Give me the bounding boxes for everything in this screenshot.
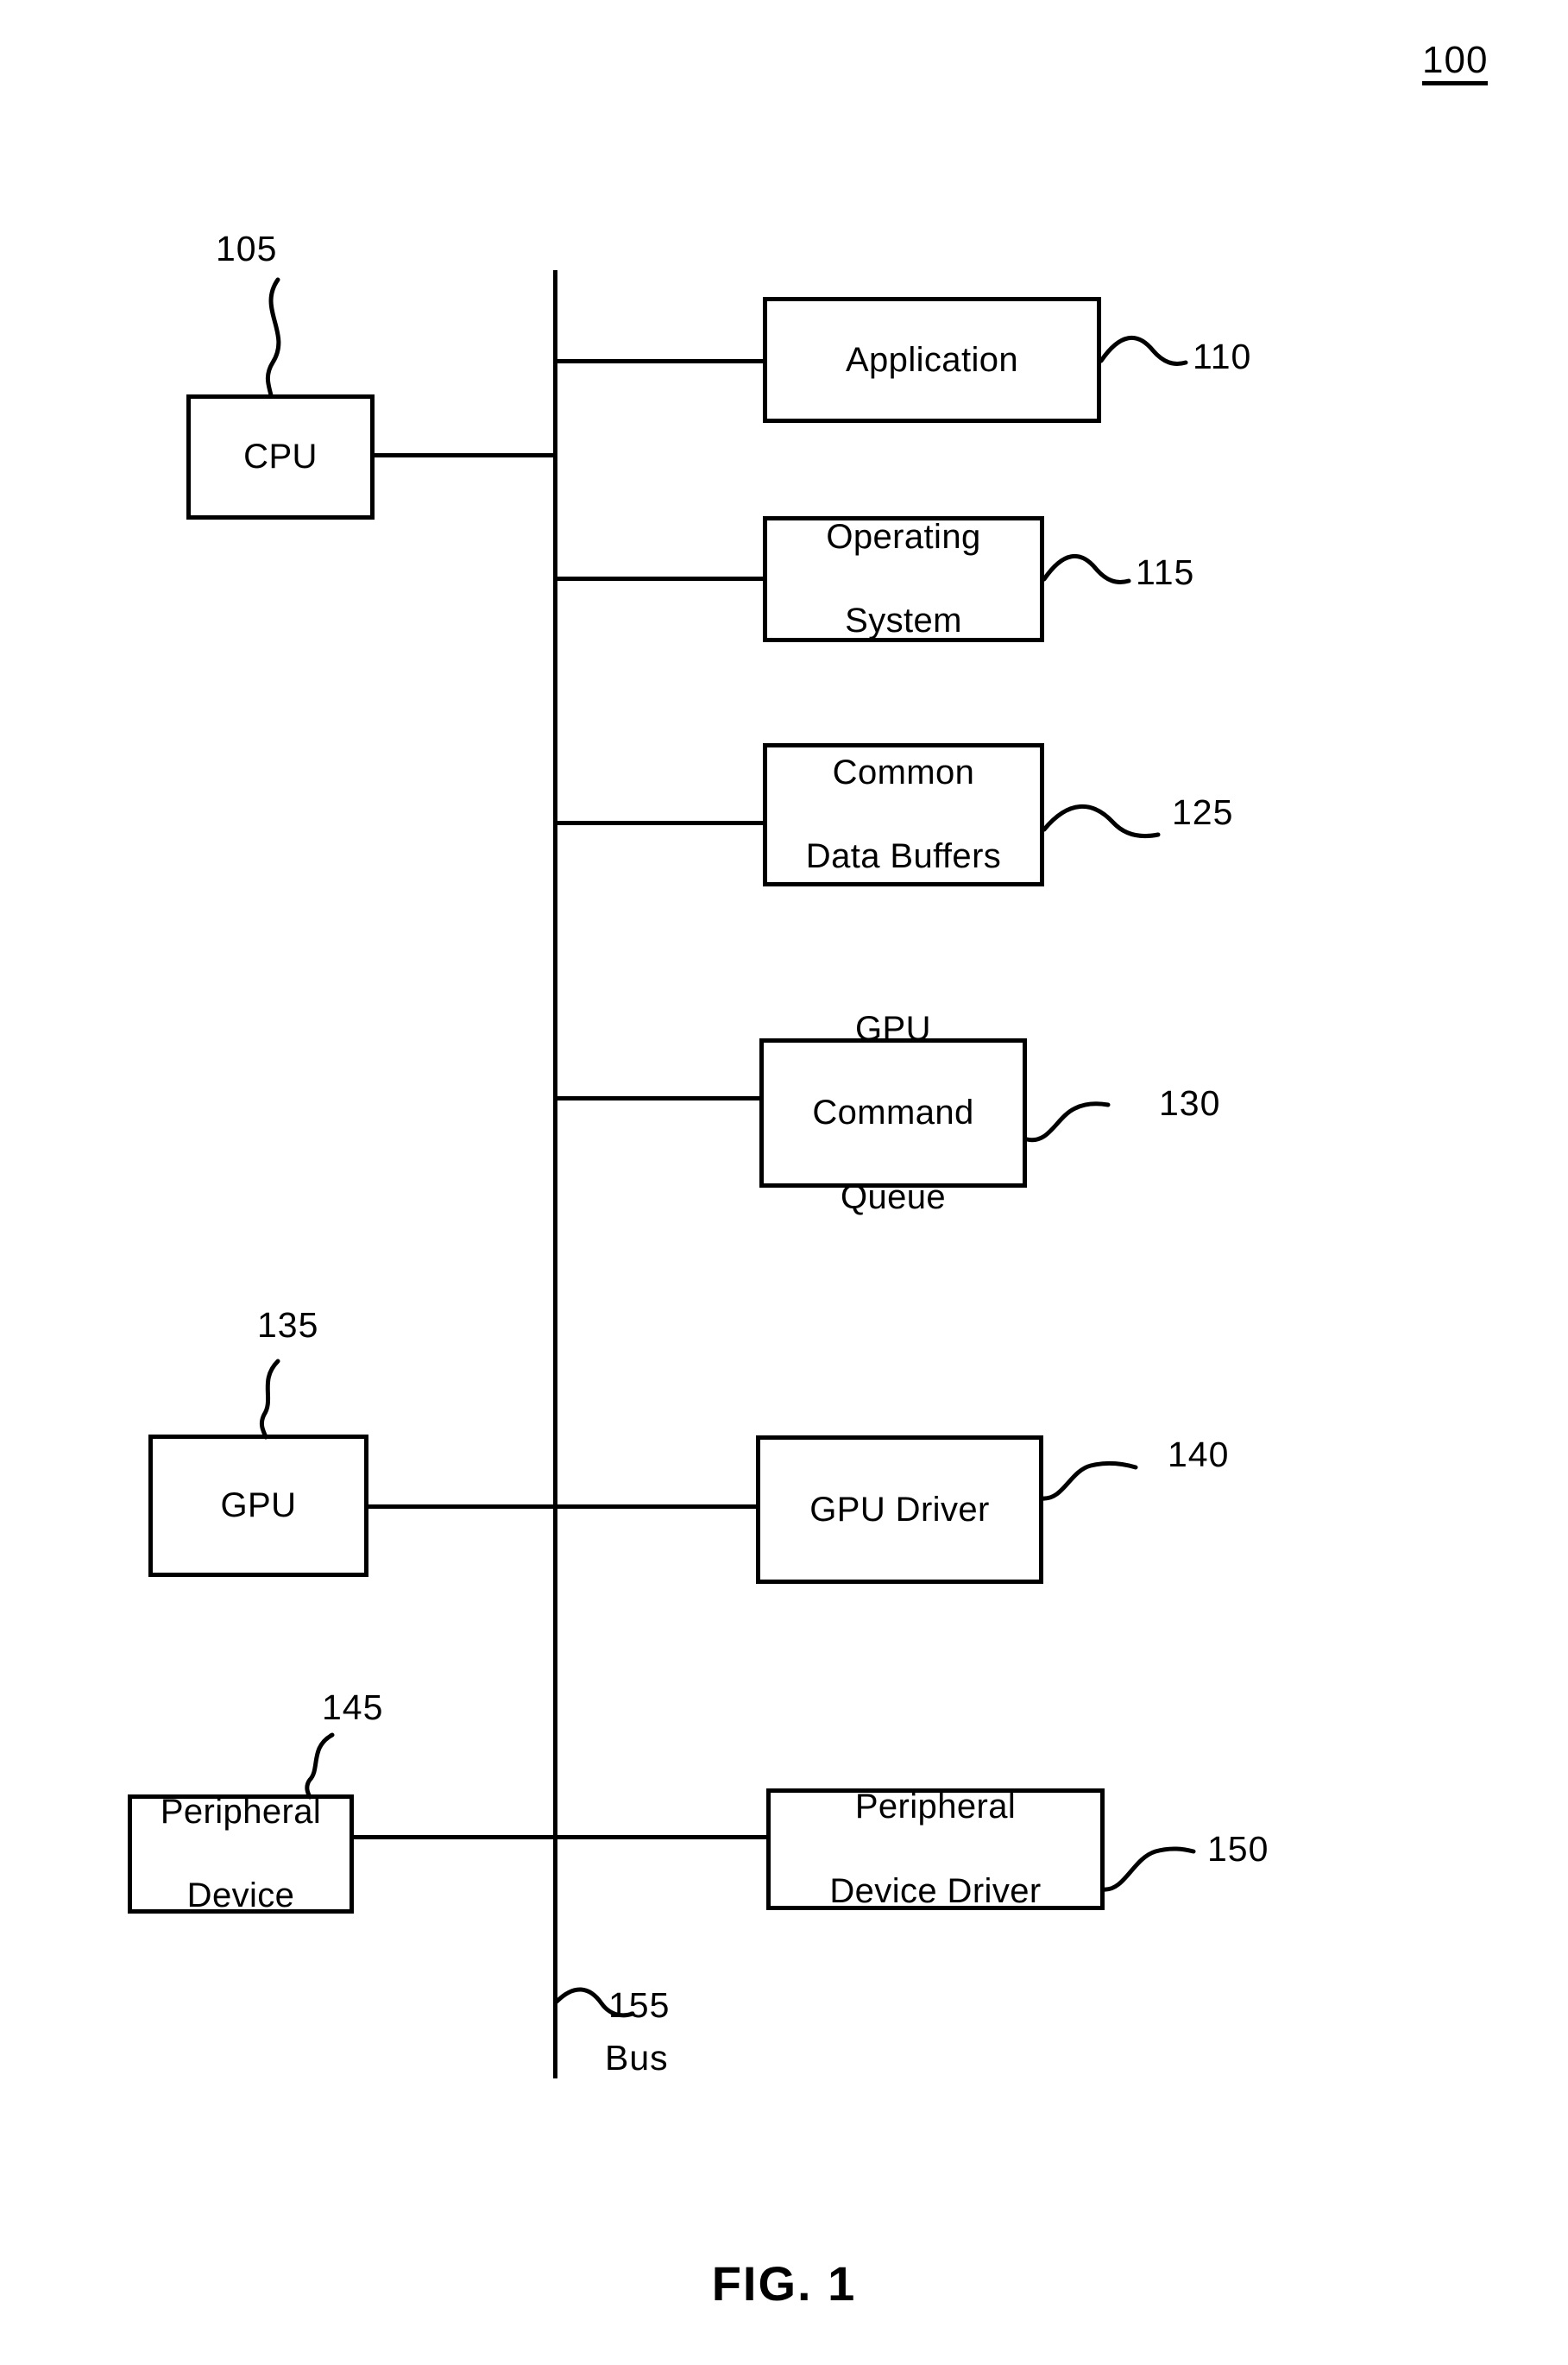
node-common-data-buffers[interactable]: Common Data Buffers bbox=[763, 743, 1044, 886]
node-operating-system[interactable]: Operating System bbox=[763, 516, 1044, 642]
node-peripheral-device-label: Peripheral Device bbox=[160, 1792, 322, 1915]
reference-numeral-150: 150 bbox=[1207, 1829, 1269, 1869]
reference-numeral-105: 105 bbox=[216, 229, 278, 268]
connector-bus-to-common-data-buffers bbox=[553, 821, 765, 825]
connector-bus-to-gpu-command-queue bbox=[553, 1096, 761, 1101]
node-peripheral-device[interactable]: Peripheral Device bbox=[128, 1792, 354, 1915]
reference-numeral-140: 140 bbox=[1168, 1435, 1230, 1474]
patent-figure-page: 100 CPU 105 Application 110 Operating Sy… bbox=[0, 0, 1568, 2365]
node-operating-system-label: Operating System bbox=[826, 517, 981, 640]
node-application-label: Application bbox=[845, 340, 1019, 379]
leader-line-130 bbox=[1024, 1101, 1111, 1143]
node-gpu[interactable]: GPU bbox=[148, 1435, 368, 1577]
leader-line-115 bbox=[1042, 554, 1131, 584]
reference-numeral-110: 110 bbox=[1193, 337, 1252, 376]
connector-cpu-to-bus bbox=[371, 453, 555, 457]
leader-line-125 bbox=[1042, 804, 1161, 839]
reference-numeral-115: 115 bbox=[1136, 552, 1195, 592]
leader-line-135 bbox=[259, 1359, 280, 1440]
figure-caption: FIG. 1 bbox=[711, 2256, 857, 2311]
connector-gpu-to-gpu-driver bbox=[368, 1504, 759, 1509]
node-gpu-command-queue-label: GPU Command Queue bbox=[812, 1009, 974, 1216]
leader-line-110 bbox=[1099, 336, 1188, 366]
node-peripheral-device-driver-label: Peripheral Device Driver bbox=[829, 1788, 1042, 1910]
node-cpu-label: CPU bbox=[243, 438, 318, 476]
leader-line-150 bbox=[1101, 1846, 1196, 1892]
reference-numeral-130: 130 bbox=[1159, 1083, 1221, 1123]
connector-peripheral-device-to-driver bbox=[354, 1835, 770, 1839]
reference-numeral-125: 125 bbox=[1172, 792, 1234, 832]
node-gpu-driver-label: GPU Driver bbox=[809, 1490, 990, 1529]
node-gpu-driver[interactable]: GPU Driver bbox=[756, 1435, 1043, 1584]
node-cpu[interactable]: CPU bbox=[186, 394, 375, 520]
node-common-data-buffers-label: Common Data Buffers bbox=[805, 753, 1002, 876]
figure-number-100: 100 bbox=[1422, 41, 1489, 85]
leader-line-140 bbox=[1040, 1460, 1138, 1501]
reference-numeral-145: 145 bbox=[322, 1687, 384, 1727]
node-peripheral-device-driver[interactable]: Peripheral Device Driver bbox=[766, 1788, 1105, 1910]
node-application[interactable]: Application bbox=[763, 297, 1101, 423]
bus-label: Bus bbox=[605, 2038, 669, 2078]
leader-line-105 bbox=[265, 277, 281, 398]
leader-line-145 bbox=[305, 1732, 335, 1800]
reference-numeral-135: 135 bbox=[257, 1305, 319, 1345]
connector-bus-to-application bbox=[553, 359, 765, 363]
reference-numeral-155: 155 bbox=[608, 1985, 671, 2025]
bus-line bbox=[553, 270, 557, 2078]
node-gpu-command-queue[interactable]: GPU Command Queue bbox=[759, 1010, 1027, 1216]
node-gpu-label: GPU bbox=[220, 1486, 297, 1525]
connector-bus-to-operating-system bbox=[553, 577, 765, 581]
